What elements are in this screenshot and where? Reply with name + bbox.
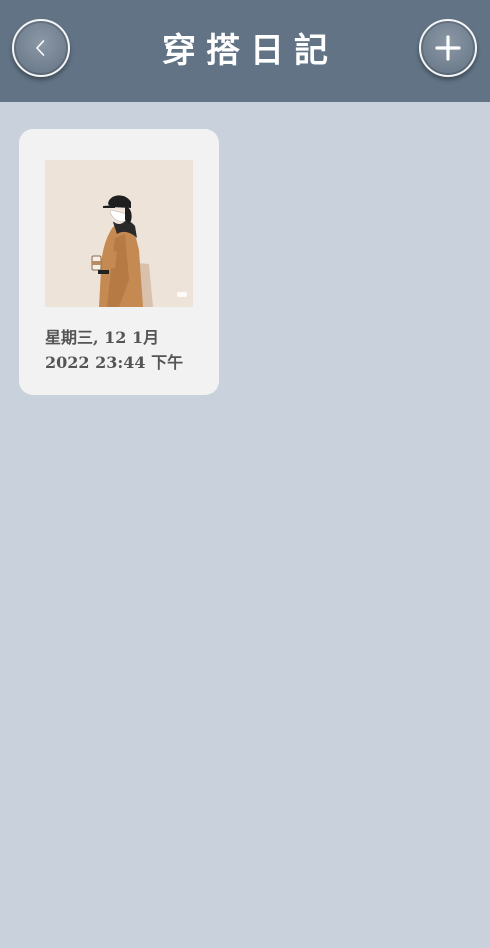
- outfit-illustration: [45, 160, 193, 307]
- add-entry-button[interactable]: [419, 19, 477, 77]
- chevron-left-icon: [36, 40, 45, 56]
- page-title: 穿搭日記: [162, 31, 338, 71]
- outfit-thumbnail: [45, 160, 193, 307]
- outfit-entry-card[interactable]: 星期三, 12 1月 2022 23:44 下午: [19, 129, 219, 395]
- entry-date: 星期三, 12 1月 2022 23:44 下午: [45, 325, 215, 375]
- back-button[interactable]: [12, 19, 70, 77]
- entry-date-line2: 2022 23:44 下午: [45, 353, 184, 372]
- entry-date-line1: 星期三, 12 1月: [45, 328, 160, 347]
- plus-icon: [435, 35, 461, 61]
- app-header: 穿搭日記: [0, 0, 490, 102]
